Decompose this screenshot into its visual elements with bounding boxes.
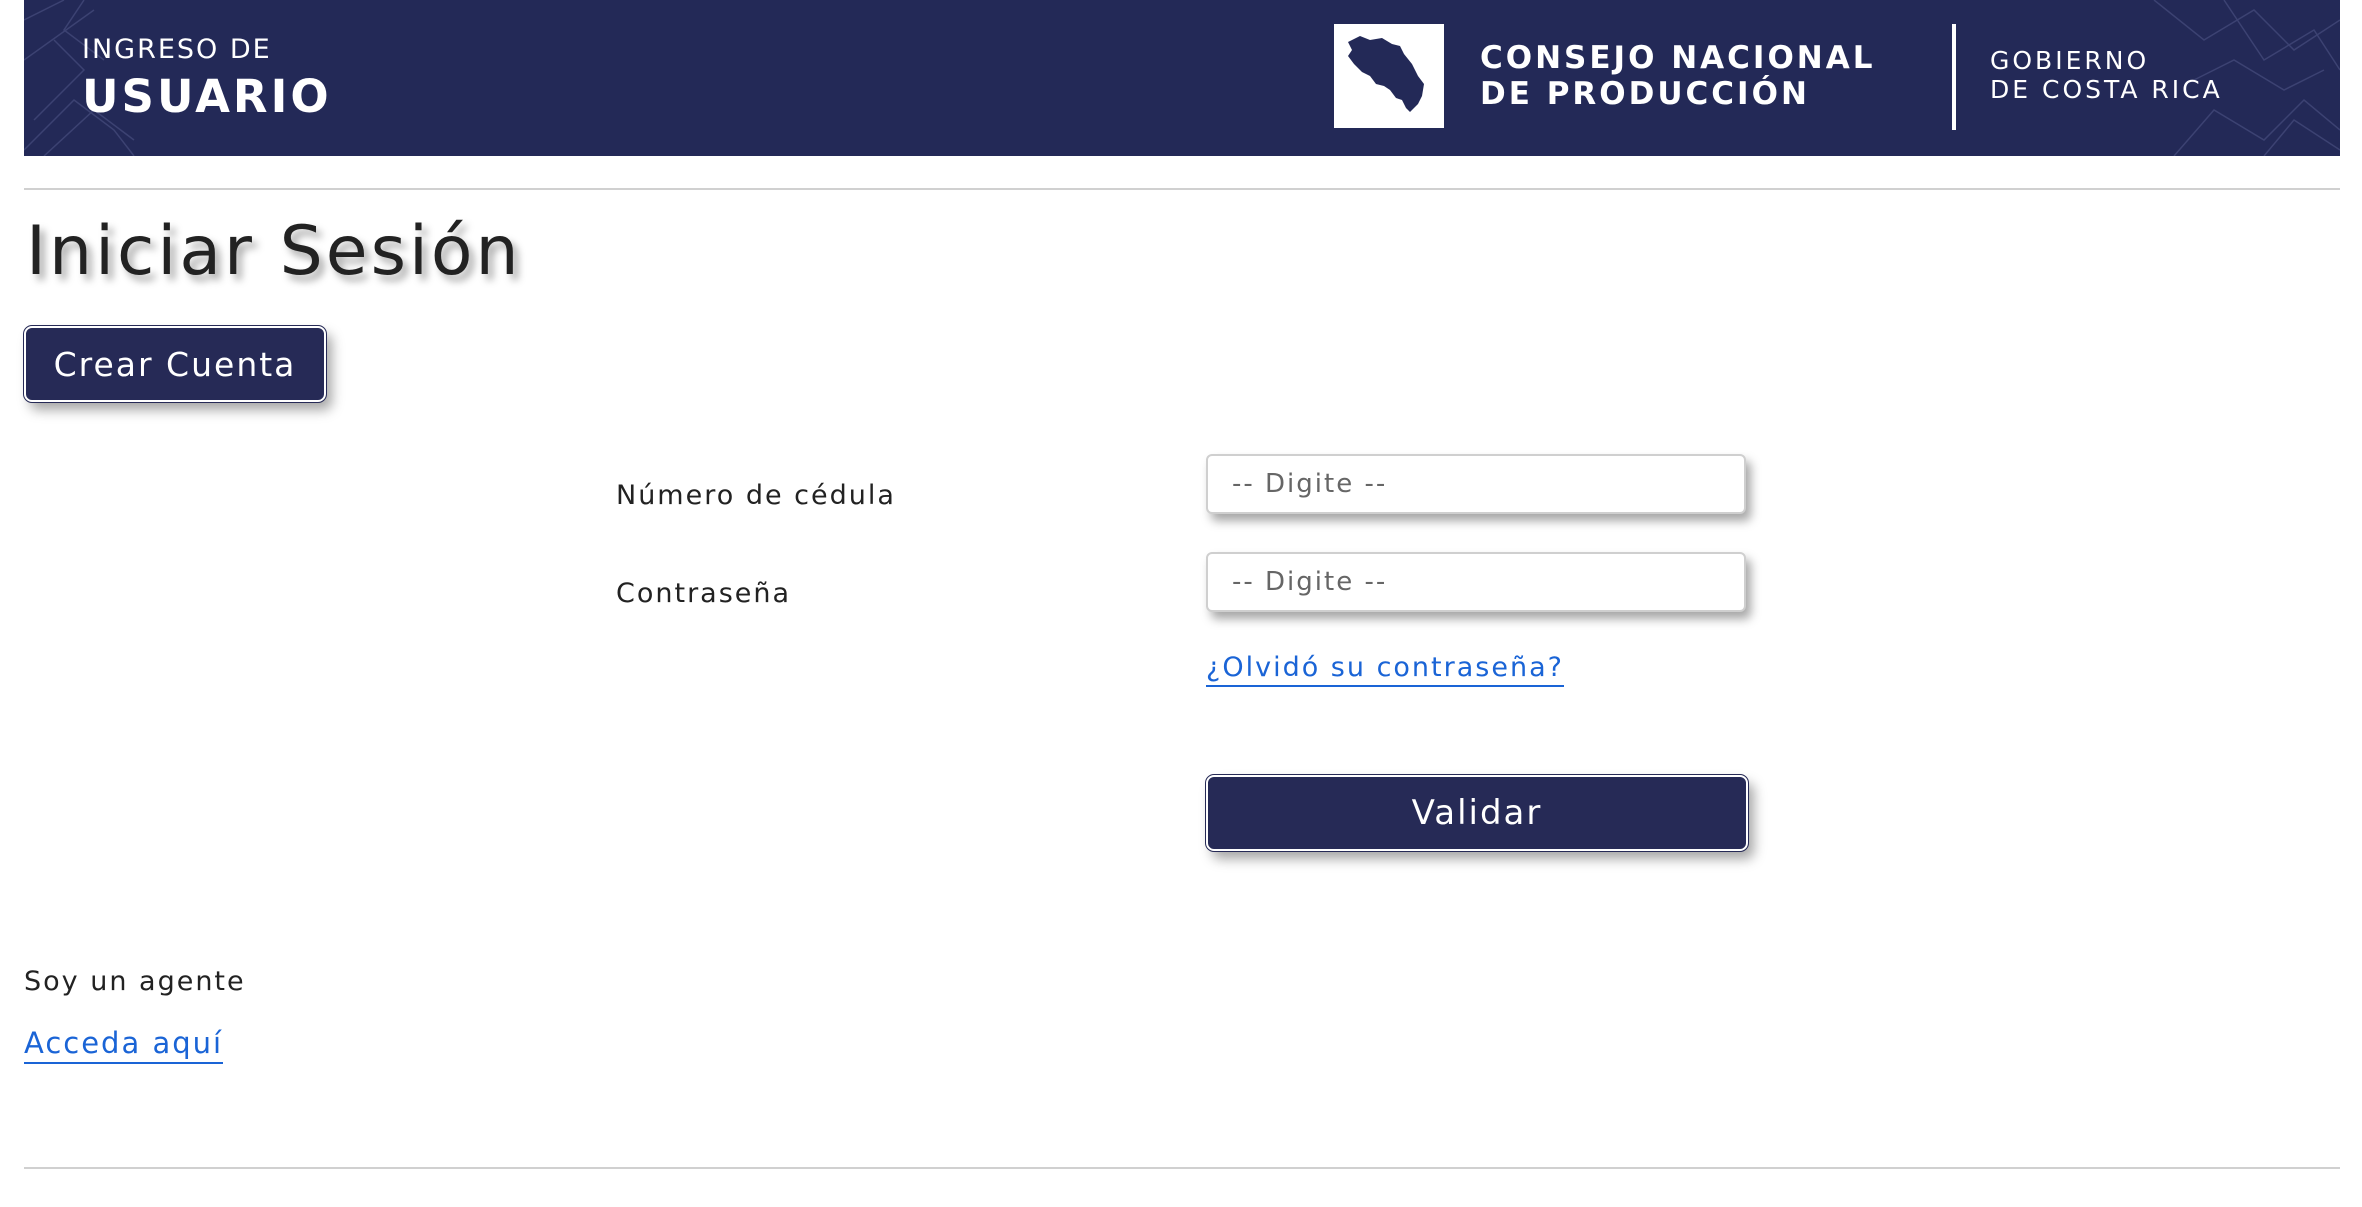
cedula-label: Número de cédula (616, 480, 896, 511)
login-page: INGRESO DE USUARIO CONSEJO NACIONAL DE P… (0, 0, 2362, 1207)
create-account-button[interactable]: Crear Cuenta (23, 325, 327, 403)
password-label: Contraseña (616, 578, 792, 609)
banner-title: USUARIO (82, 70, 332, 123)
cnp-logo (1334, 24, 1444, 128)
org-name-line1: CONSEJO NACIONAL (1480, 40, 1876, 76)
password-input[interactable] (1206, 552, 1746, 612)
bottom-divider (24, 1167, 2340, 1169)
validate-button[interactable]: Validar (1205, 774, 1749, 852)
costa-rica-map-icon (1348, 36, 1424, 112)
forgot-password-link[interactable]: ¿Olvidó su contraseña? (1206, 652, 1564, 687)
government-name: GOBIERNO DE COSTA RICA (1990, 46, 2223, 104)
cedula-input[interactable] (1206, 454, 1746, 514)
org-name: CONSEJO NACIONAL DE PRODUCCIÓN (1480, 40, 1876, 112)
banner-subtitle: INGRESO DE (82, 34, 272, 65)
top-divider (24, 188, 2340, 190)
gov-name-line1: GOBIERNO (1990, 46, 2150, 75)
agent-access-link[interactable]: Acceda aquí (24, 1026, 224, 1064)
page-title: Iniciar Sesión (26, 212, 522, 291)
header-divider (1952, 24, 1956, 130)
org-name-line2: DE PRODUCCIÓN (1480, 76, 1810, 112)
header-banner: INGRESO DE USUARIO CONSEJO NACIONAL DE P… (24, 0, 2340, 156)
gov-name-line2: DE COSTA RICA (1990, 75, 2223, 104)
agent-text: Soy un agente (24, 966, 246, 997)
